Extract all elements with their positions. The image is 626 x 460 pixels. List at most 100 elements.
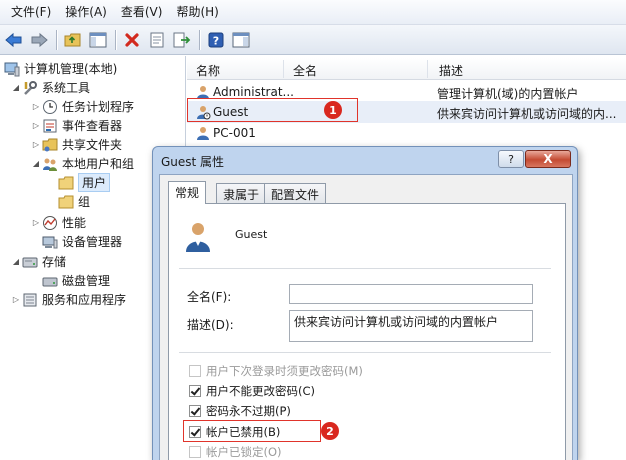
separator	[179, 268, 551, 269]
tree-item-storage[interactable]: ◢ 存储	[10, 252, 66, 271]
expanded-arrow-icon[interactable]: ◢	[10, 83, 22, 92]
menubar: 文件(F) 操作(A) 查看(V) 帮助(H)	[0, 0, 626, 25]
toolbar-separator	[199, 29, 200, 50]
menu-view[interactable]: 查看(V)	[114, 1, 170, 23]
back-arrow-icon[interactable]	[3, 29, 25, 51]
fullname-input[interactable]	[289, 284, 533, 304]
tree-label: 存储	[42, 255, 67, 269]
tree-item-disk-management[interactable]: 磁盘管理	[42, 271, 110, 290]
tab-member-of[interactable]: 隶属于	[216, 183, 267, 203]
general-panel: Guest 全名(F): 描述(D): 供来宾访问计算机或访问域的内置帐户 用户…	[168, 203, 566, 460]
tree-item-services-apps[interactable]: ▷ 服务和应用程序	[10, 290, 126, 309]
tree-item-task-scheduler[interactable]: ▷ 任务计划程序	[30, 97, 134, 116]
tree-item-users[interactable]: 用户	[58, 173, 111, 192]
shared-folder-icon	[42, 137, 58, 153]
list-row-pc-001[interactable]: PC-001	[187, 122, 626, 144]
menu-file[interactable]: 文件(F)	[4, 1, 58, 23]
collapsed-arrow-icon[interactable]: ▷	[30, 121, 42, 130]
description-input[interactable]: 供来宾访问计算机或访问域的内置帐户	[289, 310, 533, 342]
checkbox-box[interactable]	[189, 446, 201, 458]
toolbar: ?	[0, 25, 626, 55]
services-icon	[22, 292, 38, 308]
tree-item-shared-folders[interactable]: ▷ 共享文件夹	[30, 135, 122, 154]
checkbox-cannot-change-password[interactable]: 用户不能更改密码(C)	[189, 383, 315, 399]
tree-label: 事件查看器	[62, 119, 123, 133]
tree-item-system-tools[interactable]: ◢ 系统工具	[10, 78, 90, 97]
column-header-name[interactable]: 名称	[196, 62, 220, 79]
action-pane-icon[interactable]	[230, 29, 252, 51]
tree-label: 共享文件夹	[62, 138, 123, 152]
cell-name: Administrat...	[213, 85, 294, 99]
tab-profile[interactable]: 配置文件	[264, 183, 327, 203]
tree-item-local-users-groups[interactable]: ◢ 本地用户和组	[30, 154, 134, 173]
expanded-arrow-icon[interactable]: ◢	[30, 159, 42, 168]
folder-icon	[58, 194, 74, 210]
toolbar-separator	[56, 29, 57, 50]
export-icon[interactable]	[171, 29, 193, 51]
tree-label: 磁盘管理	[62, 274, 111, 288]
storage-icon	[22, 254, 38, 270]
username-label: Guest	[235, 228, 268, 241]
tab-general[interactable]: 常规	[168, 181, 207, 204]
column-divider[interactable]	[427, 60, 428, 78]
menu-action[interactable]: 操作(A)	[58, 1, 114, 23]
checkbox-box[interactable]	[189, 385, 201, 397]
column-header-description[interactable]: 描述	[439, 62, 463, 79]
computer-icon	[4, 61, 20, 77]
fullname-label: 全名(F):	[187, 290, 232, 304]
tree-label: 设备管理器	[62, 235, 123, 249]
guest-properties-dialog: Guest 属性 ? X 常规 隶属于 配置文件 Guest 全名(F): 描述…	[152, 146, 578, 460]
tree-label: 计算机管理(本地)	[24, 62, 118, 76]
column-divider[interactable]	[283, 60, 284, 78]
checkbox-label: 密码永不过期(P)	[206, 404, 291, 418]
checkbox-label: 帐户已锁定(O)	[206, 445, 282, 459]
device-manager-icon	[42, 234, 58, 250]
checkbox-label: 用户不能更改密码(C)	[206, 384, 316, 398]
help-icon[interactable]: ?	[205, 29, 227, 51]
annotation-marker-2: 2	[321, 422, 339, 440]
checkbox-must-change-password[interactable]: 用户下次登录时须更改密码(M)	[189, 363, 363, 379]
tree-label: 性能	[62, 216, 87, 230]
folder-icon	[58, 175, 74, 191]
user-icon	[195, 125, 211, 144]
tree-item-device-manager[interactable]: 设备管理器	[42, 232, 122, 251]
collapsed-arrow-icon[interactable]: ▷	[10, 295, 22, 304]
forward-arrow-icon[interactable]	[28, 29, 50, 51]
checkbox-box[interactable]	[189, 405, 201, 417]
help-button[interactable]: ?	[498, 150, 524, 168]
separator	[179, 352, 551, 353]
list-header: 名称 全名 描述	[187, 58, 626, 80]
expanded-arrow-icon[interactable]: ◢	[10, 257, 22, 266]
checkbox-account-locked[interactable]: 帐户已锁定(O)	[189, 444, 282, 460]
checkbox-password-never-expires[interactable]: 密码永不过期(P)	[189, 403, 291, 419]
tree-item-groups[interactable]: 组	[58, 192, 90, 211]
toolbar-separator	[115, 29, 116, 50]
collapsed-arrow-icon[interactable]: ▷	[30, 140, 42, 149]
tree-label: 组	[78, 195, 91, 209]
collapsed-arrow-icon[interactable]: ▷	[30, 218, 42, 227]
properties-icon[interactable]	[146, 29, 168, 51]
checkbox-box[interactable]	[189, 365, 201, 377]
column-header-fullname[interactable]: 全名	[293, 62, 317, 79]
user-avatar-icon	[183, 220, 213, 257]
menu-help[interactable]: 帮助(H)	[169, 1, 225, 23]
annotation-marker-1: 1	[324, 101, 342, 119]
close-button[interactable]: X	[525, 150, 571, 168]
tree-label: 服务和应用程序	[42, 293, 127, 307]
event-log-icon	[42, 118, 58, 134]
clock-icon	[42, 99, 58, 115]
tree-item-performance[interactable]: ▷ 性能	[30, 213, 86, 232]
dialog-title: Guest 属性	[161, 155, 225, 169]
delete-icon[interactable]	[121, 29, 143, 51]
collapsed-arrow-icon[interactable]: ▷	[30, 102, 42, 111]
tree-item-computer-management[interactable]: 计算机管理(本地)	[4, 59, 117, 78]
svg-text:?: ?	[213, 34, 219, 47]
cell-description: 管理计算机(域)的内置帐户	[437, 87, 579, 101]
show-hide-tree-icon[interactable]	[87, 29, 109, 51]
dialog-body: 常规 隶属于 配置文件 Guest 全名(F): 描述(D): 供来宾访问计算机…	[159, 174, 573, 460]
tree-label: 任务计划程序	[62, 100, 135, 114]
up-folder-icon[interactable]	[62, 29, 84, 51]
tools-icon	[22, 80, 38, 96]
tree-item-event-viewer[interactable]: ▷ 事件查看器	[30, 116, 122, 135]
checkbox-label: 用户下次登录时须更改密码(M)	[206, 364, 363, 378]
